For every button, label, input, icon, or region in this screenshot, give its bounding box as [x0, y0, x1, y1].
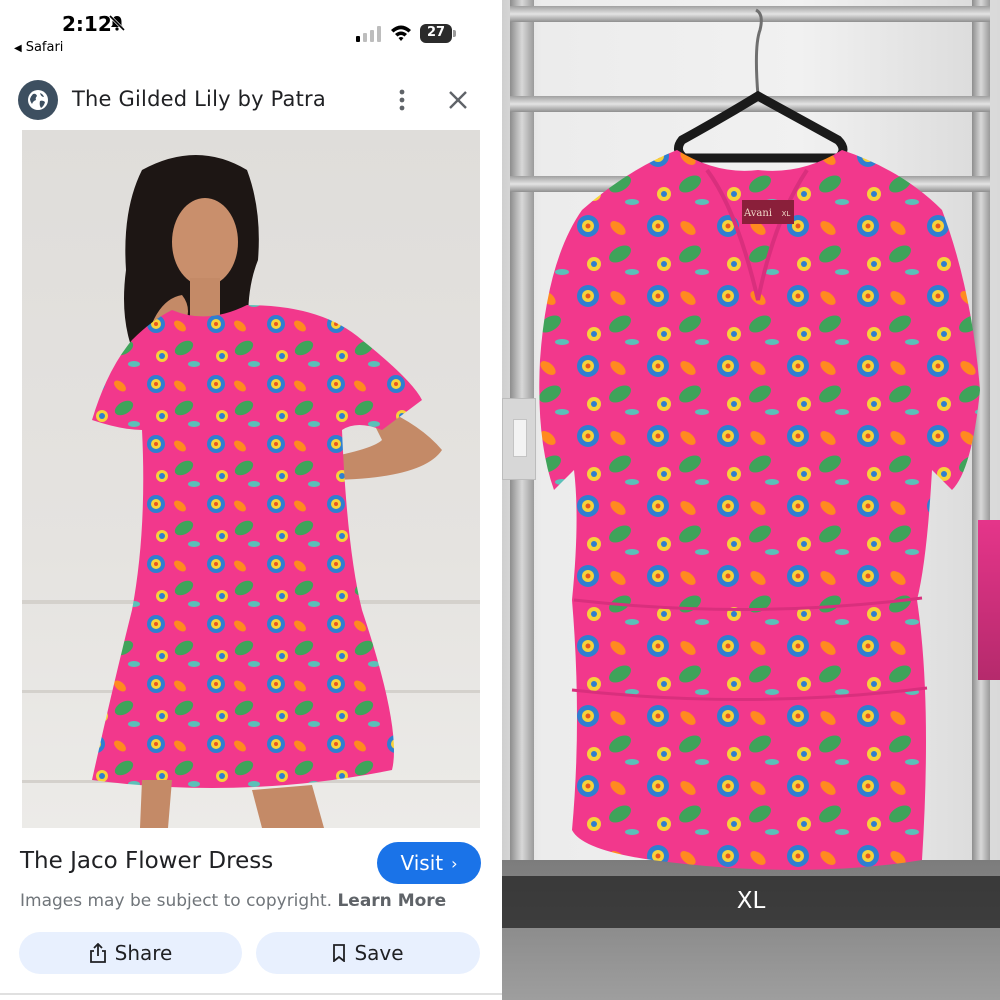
back-app-label: Safari	[25, 40, 64, 55]
wifi-icon	[391, 25, 411, 41]
product-image-area	[0, 130, 502, 828]
save-button[interactable]: Save	[256, 932, 480, 974]
bell-slash-icon	[108, 14, 126, 32]
back-to-safari-link[interactable]: ◀ Safari	[14, 40, 63, 55]
visit-label: Visit	[400, 851, 444, 875]
bookmark-icon	[333, 944, 346, 962]
battery-level: 27	[426, 25, 446, 40]
status-time: 2:12	[62, 12, 112, 36]
globe-icon	[18, 80, 58, 120]
model-product-photo[interactable]	[22, 130, 480, 828]
back-arrow-icon: ◀	[14, 43, 22, 54]
share-label: Share	[114, 941, 173, 965]
lens-result-panel: 2:12 ◀ Safari 27 The Gilded Lily by Patr…	[0, 0, 502, 1000]
chevron-right-icon: ›	[451, 853, 458, 873]
size-caption: XL	[736, 888, 766, 914]
status-bar: 2:12 ◀ Safari 27	[0, 0, 502, 60]
save-label: Save	[354, 941, 404, 965]
signal-icon	[356, 26, 381, 42]
site-title[interactable]: The Gilded Lily by Patra	[72, 87, 326, 111]
bottom-divider	[0, 993, 502, 995]
battery-icon: 27	[420, 24, 456, 43]
model-illustration	[22, 155, 480, 828]
visit-button[interactable]: Visit ›	[377, 842, 481, 884]
more-vert-icon[interactable]	[392, 86, 412, 114]
site-header: The Gilded Lily by Patra	[0, 72, 502, 128]
learn-more-link[interactable]: Learn More	[337, 891, 446, 911]
copyright-notice: Images may be subject to copyright. Lear…	[20, 891, 446, 911]
close-icon[interactable]	[446, 88, 470, 112]
share-icon	[89, 943, 106, 963]
copyright-text: Images may be subject to copyright.	[20, 891, 333, 911]
dress-on-hanger: Avani XL	[539, 8, 980, 870]
dress-tag-size: XL	[782, 210, 791, 218]
share-button[interactable]: Share	[19, 932, 242, 974]
product-title[interactable]: The Jaco Flower Dress	[20, 848, 273, 874]
hanger-photo-panel: Avani XL XL	[502, 0, 1000, 1000]
dress-tag-brand: Avani	[743, 208, 772, 219]
